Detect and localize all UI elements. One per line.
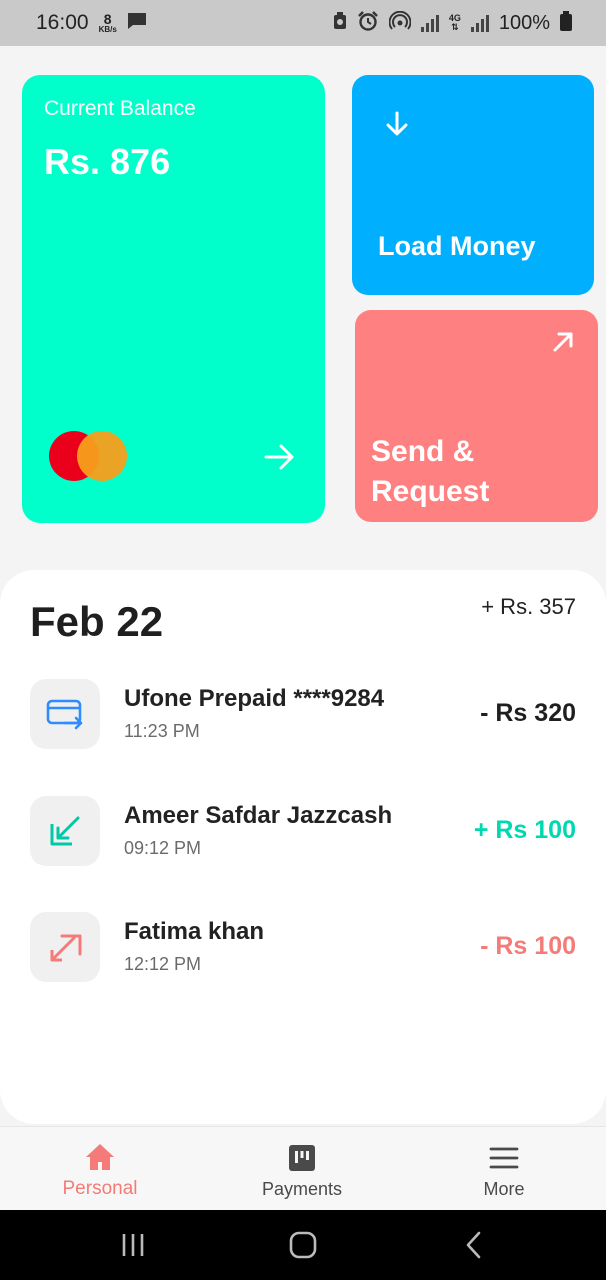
transaction-amount: - Rs 100 (480, 932, 576, 960)
battery-icon (560, 10, 572, 36)
home-button-icon[interactable] (288, 1230, 318, 1260)
load-money-label: Load Money (378, 231, 536, 261)
signal-icon-2 (470, 14, 489, 32)
transaction-name: Ufone Prepaid ****9284 (124, 685, 385, 712)
chat-icon (127, 12, 147, 35)
signal-icon (420, 14, 439, 32)
card-transfer-icon (30, 679, 100, 749)
nav-personal-label: Personal (62, 1178, 138, 1199)
hotspot-icon (388, 10, 412, 36)
balance-label: Current Balance (44, 97, 196, 120)
send-request-label: Send & Request (371, 435, 490, 508)
transactions-date: Feb 22 (30, 598, 164, 645)
menu-icon (489, 1143, 519, 1173)
arrow-down-icon (382, 109, 412, 139)
day-total: + Rs. 357 (481, 594, 576, 619)
transaction-name: Fatima khan (124, 918, 265, 945)
back-icon[interactable] (460, 1230, 490, 1260)
nav-payments-label: Payments (261, 1178, 343, 1199)
transaction-row[interactable]: Ameer Safdar Jazzcash 09:12 PM + Rs 100 (0, 796, 606, 868)
transaction-row[interactable]: Ufone Prepaid ****9284 11:23 PM - Rs 320 (0, 679, 606, 751)
transaction-row[interactable]: Fatima khan 12:12 PM - Rs 100 (0, 912, 606, 984)
mastercard-logo (49, 431, 129, 483)
load-money-button[interactable]: Load Money (352, 75, 594, 295)
status-bar: 16:00 8 KB/s 4G ⇅ 100% (0, 0, 606, 46)
arrow-right-icon[interactable] (262, 439, 298, 475)
home-icon (85, 1142, 115, 1172)
transaction-amount: + Rs 100 (473, 816, 576, 844)
alarm-icon (357, 10, 379, 36)
nav-personal[interactable]: Personal (0, 1127, 200, 1211)
send-request-button[interactable]: Send & Request (355, 310, 598, 522)
balance-card[interactable]: Current Balance Rs. 876 (22, 75, 325, 523)
transaction-time: 12:12 PM (124, 954, 202, 974)
received-icon (30, 796, 100, 866)
balance-amount: Rs. 876 (44, 141, 171, 182)
sent-icon (30, 912, 100, 982)
transaction-time: 09:12 PM (124, 838, 202, 858)
system-nav-bar (0, 1210, 606, 1280)
transactions-panel: Feb 22 + Rs. 357 Ufone Prepaid ****9284 … (0, 570, 606, 1124)
data-speed: 8 KB/s (99, 12, 117, 34)
data-speed-unit: KB/s (98, 25, 117, 34)
nav-more[interactable]: More (404, 1127, 604, 1211)
network-type: 4G ⇅ (448, 13, 461, 32)
nav-payments[interactable]: Payments (202, 1127, 402, 1211)
recents-icon[interactable] (118, 1230, 148, 1260)
data-speed-value: 8 (103, 11, 112, 27)
payments-icon (287, 1143, 317, 1173)
transaction-name: Ameer Safdar Jazzcash (124, 802, 393, 829)
transaction-time: 11:23 PM (124, 721, 200, 741)
nav-more-label: More (483, 1178, 525, 1199)
battery-level: 100% (498, 11, 550, 34)
bottom-nav: Personal Payments More (0, 1126, 606, 1210)
status-time: 16:00 (36, 11, 89, 34)
arrow-up-right-icon (551, 330, 575, 354)
battery-saver-icon (333, 11, 347, 35)
transaction-amount: - Rs 320 (480, 699, 576, 727)
